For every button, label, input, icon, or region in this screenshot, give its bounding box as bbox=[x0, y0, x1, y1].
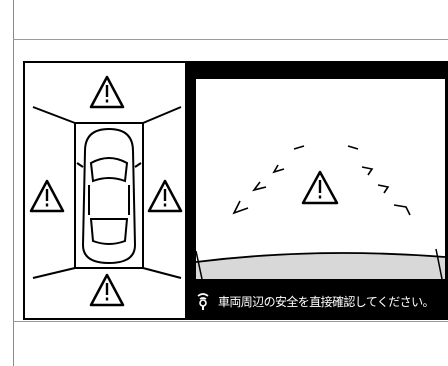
page-frame-left-line bbox=[13, 0, 14, 366]
camera-image bbox=[196, 79, 445, 279]
warning-icon-bottom bbox=[89, 273, 125, 307]
safety-message: 車両周辺の安全を直接確認してください。 bbox=[218, 295, 434, 309]
right-guide-line bbox=[347, 145, 411, 216]
warning-icon-left bbox=[29, 179, 65, 213]
warning-icon-right bbox=[147, 179, 183, 213]
rear-left-zone-line bbox=[32, 267, 76, 279]
left-guide-line bbox=[232, 145, 305, 215]
rear-right-zone-line bbox=[142, 267, 182, 279]
camera-guide-graphic bbox=[196, 145, 445, 279]
front-right-zone-line bbox=[142, 106, 182, 124]
front-left-zone-line bbox=[32, 106, 76, 124]
vehicle-front-edge bbox=[196, 248, 445, 279]
warning-icon-center bbox=[301, 170, 339, 205]
panoramic-view-panel bbox=[23, 61, 187, 320]
warning-icon-top bbox=[89, 75, 125, 109]
page-frame-top-line bbox=[13, 39, 448, 40]
panoramic-view-graphic bbox=[29, 75, 183, 307]
car-top-icon bbox=[76, 127, 142, 265]
sensor-icon bbox=[193, 292, 213, 312]
status-bar: 車両周辺の安全を直接確認してください。 bbox=[187, 283, 448, 320]
camera-view-panel: 車両周辺の安全を直接確認してください。 bbox=[187, 61, 448, 320]
